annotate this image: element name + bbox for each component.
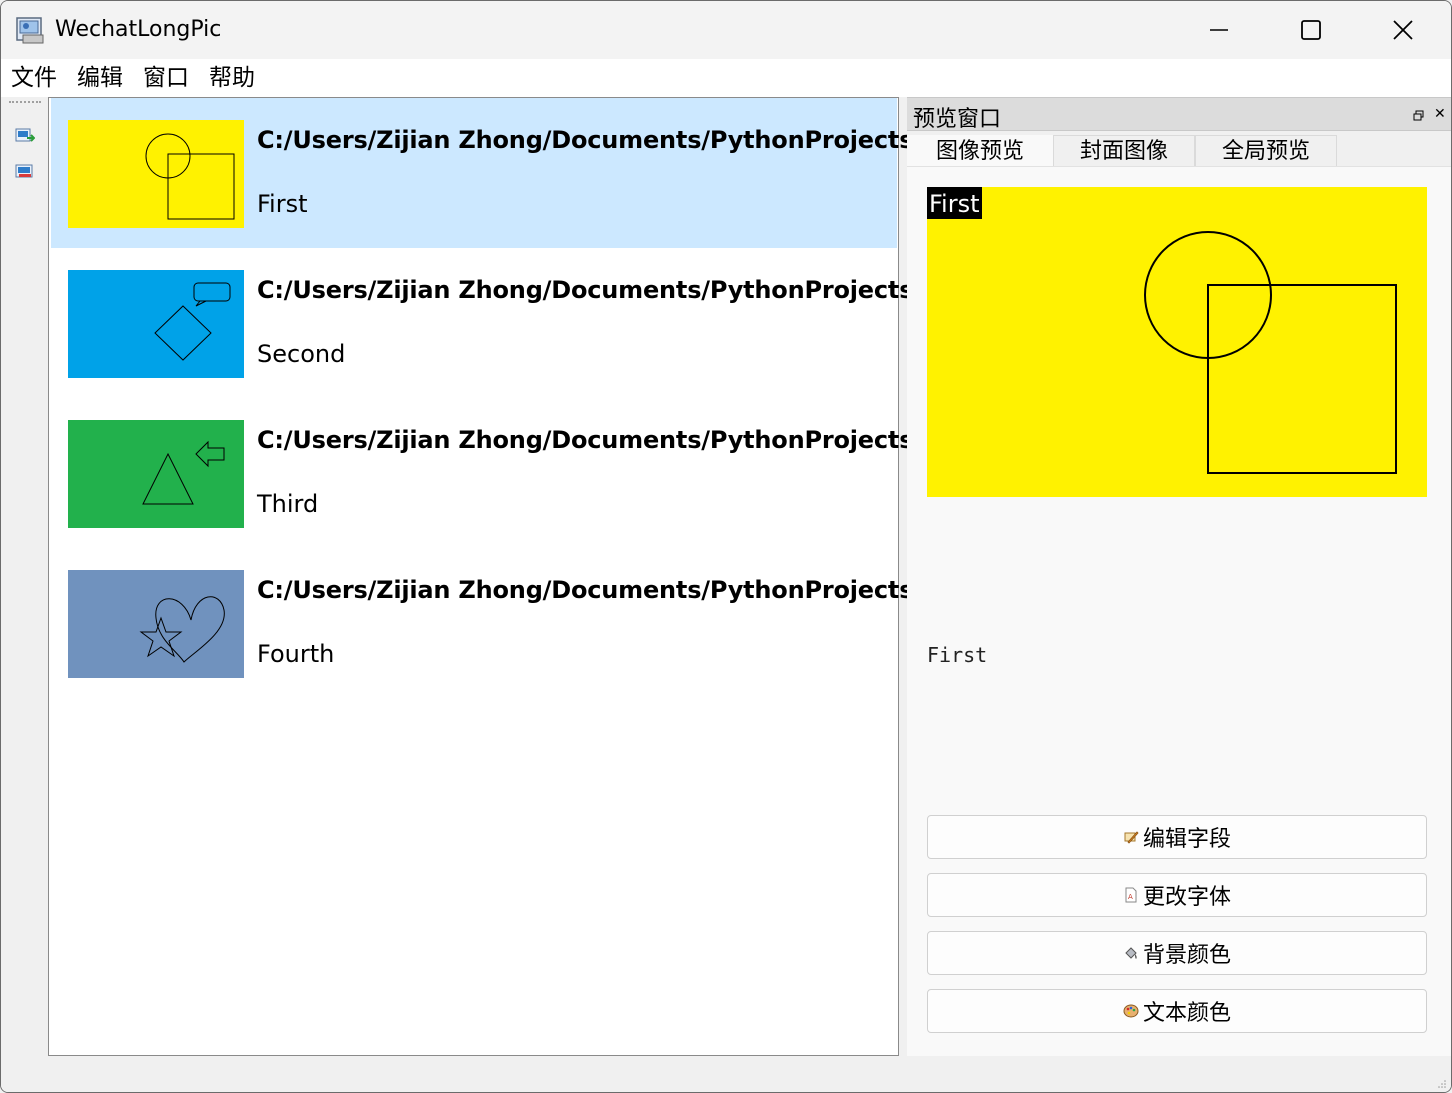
app-icon (16, 17, 44, 44)
change-font-label: 更改字体 (1142, 885, 1231, 910)
preview-tabs: 图像预览 封面图像 全局预览 (907, 135, 1451, 167)
item-path: C:/Users/Zijian Zhong/Documents/PythonPr… (257, 426, 922, 454)
tab-cover-image[interactable]: 封面图像 (1053, 135, 1195, 167)
font-file-icon: A (1125, 887, 1137, 903)
menu-edit[interactable]: 编辑 (75, 59, 125, 97)
close-dock-icon[interactable]: ✕ (1434, 107, 1446, 121)
item-name: Second (257, 340, 346, 368)
paint-bucket-icon (1125, 947, 1137, 959)
change-font-button[interactable]: A 更改字体 (927, 873, 1427, 917)
background-color-button[interactable]: 背景颜色 (927, 931, 1427, 975)
item-path: C:/Users/Zijian Zhong/Documents/PythonPr… (257, 126, 922, 154)
item-name: First (257, 190, 308, 218)
dock-title-bar[interactable]: 预览窗口 ✕ (907, 97, 1451, 132)
maximize-icon (1301, 20, 1321, 40)
title-bar: WechatLongPic (1, 1, 1451, 59)
tab-global-preview[interactable]: 全局预览 (1195, 135, 1337, 167)
thumbnail-triangle-arrow (68, 420, 244, 528)
image-preview-pane: First First 编辑字段 A 更改字体 背景颜色 文本颜色 (907, 166, 1451, 1056)
item-name: Fourth (257, 640, 335, 668)
close-icon (1393, 20, 1413, 40)
svg-text:A: A (1128, 893, 1133, 901)
thumbnail-diamond-callout (68, 270, 244, 378)
menu-file[interactable]: 文件 (9, 59, 59, 97)
toolbar-grip[interactable] (9, 101, 41, 103)
palette-icon (1123, 1004, 1139, 1018)
menu-bar: 文件 编辑 窗口 帮助 (1, 59, 1451, 97)
side-toolbar (1, 97, 47, 1057)
list-item[interactable]: C:/Users/Zijian Zhong/Documents/PythonPr… (51, 398, 922, 548)
menu-window[interactable]: 窗口 (141, 59, 191, 97)
remove-image-icon[interactable] (15, 163, 35, 181)
status-bar (1, 1057, 1451, 1092)
edit-field-button[interactable]: 编辑字段 (927, 815, 1427, 859)
image-list[interactable]: C:/Users/Zijian Zhong/Documents/PythonPr… (48, 97, 922, 1056)
tab-image-preview[interactable]: 图像预览 (907, 135, 1053, 167)
preview-caption: First (927, 643, 988, 667)
preview-dock: 预览窗口 ✕ 图像预览 封面图像 全局预览 First First 编辑字段 A… (907, 97, 1451, 1056)
edit-field-label: 编辑字段 (1142, 827, 1231, 852)
dock-title: 预览窗口 (913, 107, 1002, 132)
preview-image: First (927, 187, 1427, 497)
add-image-icon[interactable] (15, 127, 35, 145)
list-item[interactable]: C:/Users/Zijian Zhong/Documents/PythonPr… (51, 548, 922, 698)
preview-shapes (1144, 231, 1397, 474)
preview-label: First (927, 187, 982, 219)
minimize-button[interactable] (1173, 1, 1265, 59)
minimize-icon (1210, 29, 1228, 31)
thumbnail-circle-square (68, 120, 244, 228)
list-item[interactable]: C:/Users/Zijian Zhong/Documents/PythonPr… (51, 98, 922, 248)
size-grip-icon[interactable] (1437, 1079, 1447, 1089)
edit-field-icon (1124, 831, 1139, 844)
item-path: C:/Users/Zijian Zhong/Documents/PythonPr… (257, 576, 922, 604)
window-title: WechatLongPic (55, 17, 222, 42)
item-path: C:/Users/Zijian Zhong/Documents/PythonPr… (257, 276, 922, 304)
list-item[interactable]: C:/Users/Zijian Zhong/Documents/PythonPr… (51, 248, 922, 398)
thumbnail-heart-star (68, 570, 244, 678)
item-name: Third (257, 490, 319, 518)
text-color-label: 文本颜色 (1142, 1001, 1231, 1026)
close-button[interactable] (1357, 1, 1449, 59)
menu-help[interactable]: 帮助 (207, 59, 257, 97)
maximize-button[interactable] (1265, 1, 1357, 59)
text-color-button[interactable]: 文本颜色 (927, 989, 1427, 1033)
float-dock-icon[interactable] (1413, 110, 1425, 122)
app-window: WechatLongPic 文件 编辑 窗口 帮助 C:/Users/Zijia… (0, 0, 1452, 1093)
background-color-label: 背景颜色 (1142, 943, 1231, 968)
